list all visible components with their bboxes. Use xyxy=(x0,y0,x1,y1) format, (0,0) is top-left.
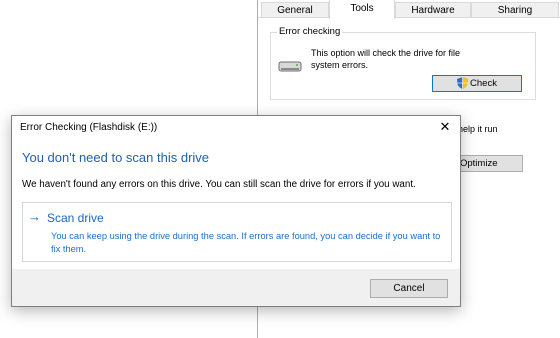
cancel-button[interactable]: Cancel xyxy=(370,279,448,298)
scan-drive-option[interactable]: → Scan drive You can keep using the driv… xyxy=(22,202,452,262)
dialog-footer: Cancel xyxy=(12,269,460,306)
close-icon[interactable]: ✕ xyxy=(437,119,453,135)
scan-drive-description: You can keep using the drive during the … xyxy=(51,231,441,254)
optimize-button[interactable]: Optimize xyxy=(451,155,523,172)
tab-hardware[interactable]: Hardware xyxy=(395,2,471,18)
tab-strip: General Tools Hardware Sharing xyxy=(258,0,560,19)
tab-general[interactable]: General xyxy=(261,2,329,18)
optimize-button-label: Optimize xyxy=(460,158,498,169)
scan-drive-title: Scan drive xyxy=(47,211,104,225)
optimize-partial-text: help it run xyxy=(458,124,498,134)
arrow-right-icon: → xyxy=(28,209,41,224)
uac-shield-icon xyxy=(457,77,469,94)
error-checking-label: Error checking xyxy=(277,26,343,37)
dialog-heading: You don't need to scan this drive xyxy=(22,150,210,165)
error-checking-description: This option will check the drive for fil… xyxy=(311,48,461,70)
drive-icon xyxy=(278,60,302,78)
tab-divider xyxy=(258,17,560,18)
tab-sharing[interactable]: Sharing xyxy=(471,2,559,18)
dialog-title: Error Checking (Flashdisk (E:)) xyxy=(20,122,158,133)
dialog-message: We haven't found any errors on this driv… xyxy=(22,179,416,190)
tab-tools[interactable]: Tools xyxy=(329,0,395,19)
error-checking-dialog: Error Checking (Flashdisk (E:)) ✕ You do… xyxy=(11,115,461,307)
check-button[interactable]: Check xyxy=(432,75,522,92)
check-button-label: Check xyxy=(470,78,497,89)
